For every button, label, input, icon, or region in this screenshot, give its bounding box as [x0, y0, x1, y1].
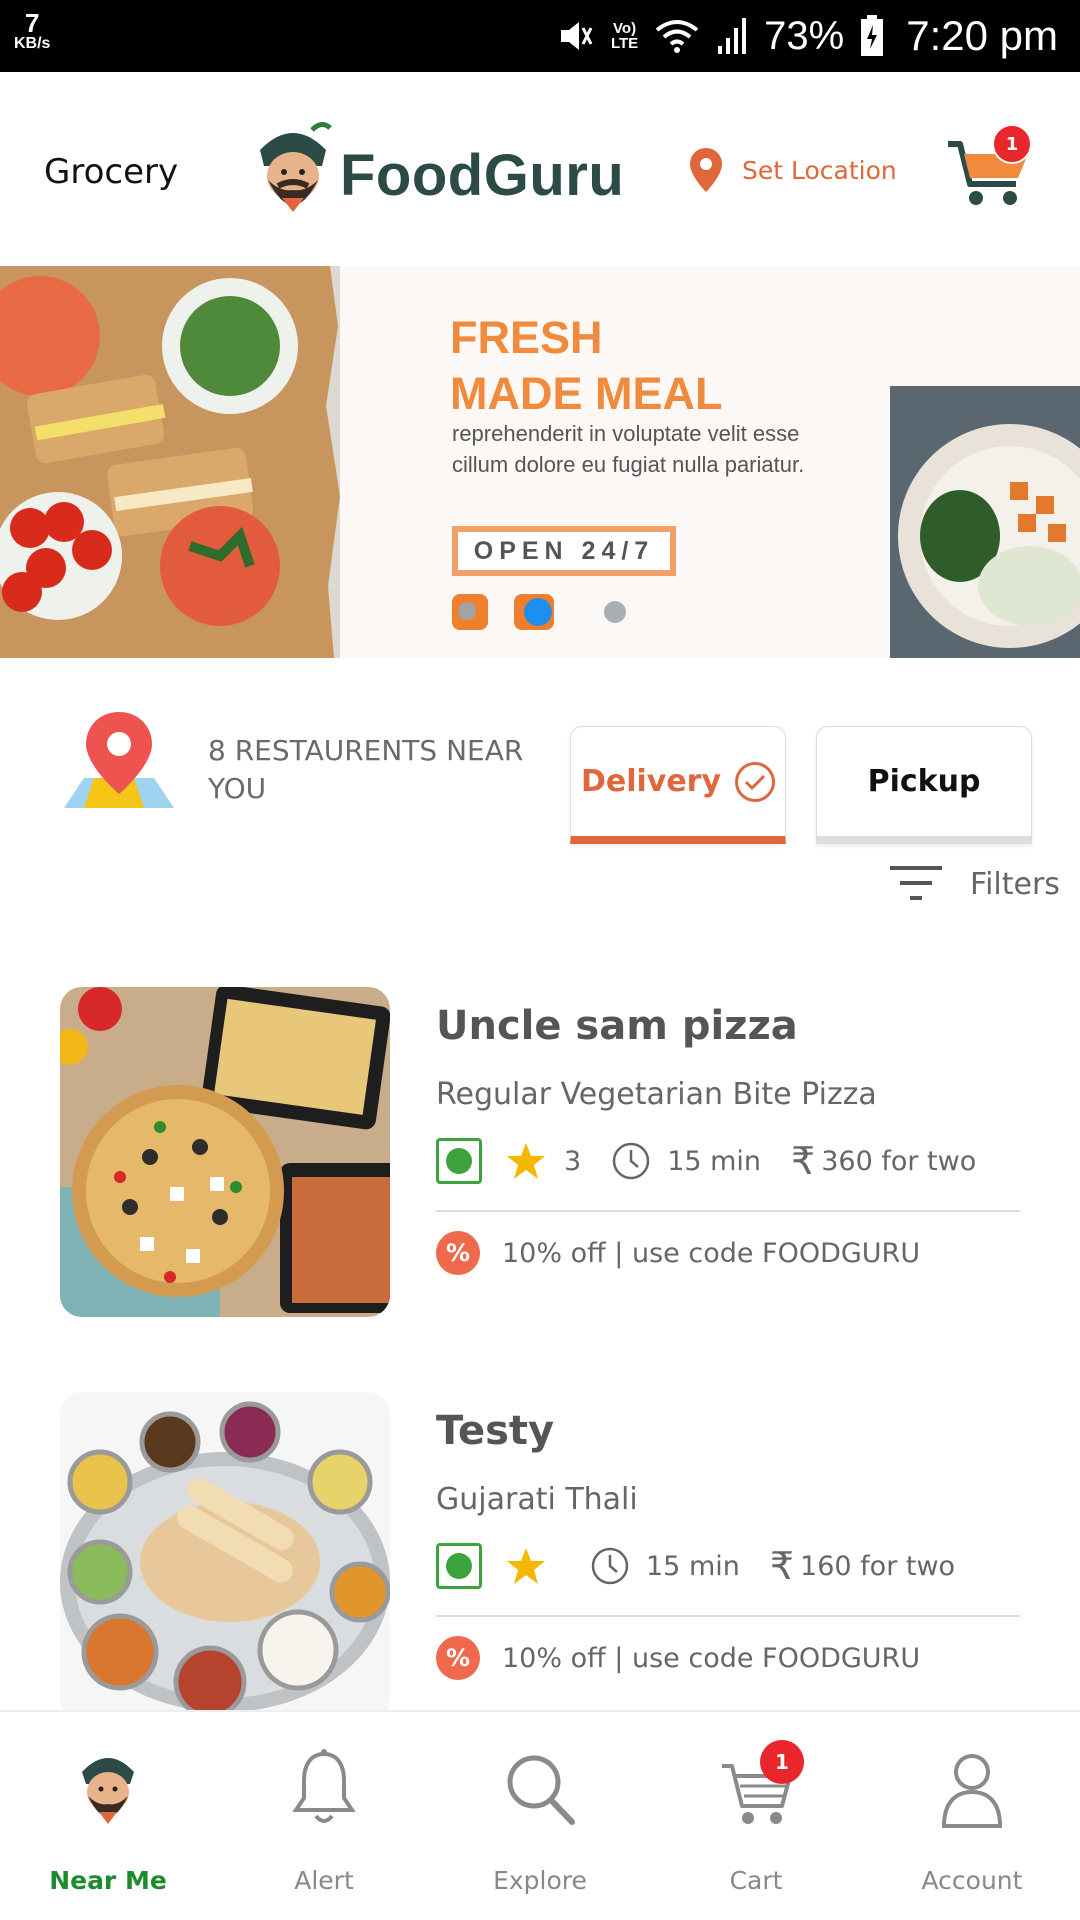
nav-near-me[interactable]: Near Me [0, 1712, 216, 1920]
restaurant-card[interactable]: Uncle sam pizza Regular Vegetarian Bite … [0, 987, 1080, 1327]
banner-dot-2[interactable] [514, 594, 554, 630]
cart-badge: 1 [760, 1740, 804, 1784]
pickup-tab[interactable]: Pickup [816, 726, 1032, 844]
price-for-two: 360 for two [821, 1145, 977, 1177]
nav-label: Explore [493, 1866, 587, 1895]
divider [436, 1210, 1020, 1212]
check-circle-icon [735, 761, 776, 802]
banner-dot-3[interactable] [604, 601, 626, 623]
banner-pagination[interactable] [452, 594, 626, 630]
delivery-time: 15 min [646, 1550, 740, 1582]
map-pin-icon [64, 712, 174, 808]
nav-label: Near Me [49, 1866, 167, 1895]
banner-dot-1[interactable] [452, 594, 488, 630]
network-speed: 7 KB/s [14, 10, 50, 52]
clock-time: 7:20 pm [906, 12, 1058, 59]
volte-top: Vo) [613, 20, 637, 37]
restaurant-description: Gujarati Thali [436, 1482, 638, 1517]
banner-title-line2: MADE MEAL [450, 368, 723, 419]
banner-title: FRESH MADE MEAL [450, 310, 722, 422]
price-for-two: 160 for two [800, 1550, 956, 1582]
restaurants-info-row: 8 RESTAURENTS NEAR YOU Delivery Pickup [0, 700, 1080, 850]
set-location-button[interactable]: Set Location [688, 146, 897, 194]
clock-icon [612, 1142, 650, 1180]
battery-icon [861, 15, 884, 56]
battery-percent: 73% [764, 13, 845, 58]
rupee-icon: ₹ [791, 1139, 816, 1183]
restaurants-near-count: 8 RESTAURENTS NEAR YOU [208, 734, 524, 805]
nav-alert[interactable]: Alert [216, 1712, 432, 1920]
filters-button[interactable]: Filters [888, 864, 1060, 904]
delivery-tab-label: Delivery [580, 764, 722, 799]
discount-icon: % [436, 1231, 480, 1275]
discount-icon: % [436, 1636, 480, 1680]
mute-icon [560, 22, 593, 50]
restaurant-description: Regular Vegetarian Bite Pizza [436, 1077, 877, 1112]
set-location-label: Set Location [742, 155, 897, 185]
restaurant-meta: 15 min ₹ 160 for two [436, 1540, 955, 1592]
offer-text: 10% off | use code FOODGURU [502, 1237, 921, 1269]
status-bar: 7 KB/s Vo) LTE 73% 7:20 pm [0, 0, 1080, 72]
nav-label: Account [921, 1866, 1023, 1895]
nav-label: Alert [294, 1866, 354, 1895]
restaurant-meta: 3 15 min ₹ 360 for two [436, 1135, 976, 1187]
restaurant-name: Testy [436, 1408, 555, 1454]
brand-name: FoodGuru [340, 143, 625, 208]
star-icon [507, 1143, 545, 1179]
nav-label: Cart [729, 1866, 783, 1895]
restaurant-name: Uncle sam pizza [436, 1003, 798, 1049]
rating-value: 3 [564, 1145, 582, 1177]
bell-icon [292, 1749, 356, 1823]
nav-explore[interactable]: Explore [432, 1712, 648, 1920]
volte-bottom: LTE [610, 35, 639, 52]
veg-indicator-icon [436, 1138, 482, 1184]
thali-image [60, 1392, 390, 1722]
volte-indicator: Vo) LTE [611, 21, 638, 51]
veg-indicator-icon [436, 1543, 482, 1589]
offer-row: % 10% off | use code FOODGURU [436, 1231, 920, 1275]
cart-count-badge: 1 [992, 124, 1032, 164]
nav-cart[interactable]: 1 Cart [648, 1712, 864, 1920]
offer-row: % 10% off | use code FOODGURU [436, 1636, 920, 1680]
pizza-image [60, 987, 390, 1317]
promo-banner[interactable]: FRESH MADE MEAL reprehenderit in volupta… [0, 266, 1080, 658]
salad-bowl-image [890, 386, 1080, 658]
restaurant-card[interactable]: Testy Gujarati Thali 15 min ₹ 160 for tw… [0, 1392, 1080, 1732]
clock-icon [591, 1547, 629, 1585]
offer-text: 10% off | use code FOODGURU [502, 1642, 921, 1674]
sandwich-food-image [0, 266, 340, 658]
delivery-time: 15 min [667, 1145, 762, 1177]
banner-text: reprehenderit in voluptate velit esse ci… [452, 421, 805, 477]
search-icon [507, 1755, 575, 1825]
bottom-navigation: Near Me Alert Explore 1 Cart Account [0, 1710, 1080, 1920]
open-24-7-button[interactable]: OPEN 24/7 [452, 526, 676, 576]
status-icons: Vo) LTE 73% 7:20 pm [555, 10, 1058, 62]
app-header: Grocery FoodGuru Set Location 1 [0, 72, 1080, 262]
rupee-icon: ₹ [769, 1544, 795, 1588]
nav-account[interactable]: Account [864, 1712, 1080, 1920]
network-speed-value: 7 [24, 8, 40, 38]
pickup-tab-label: Pickup [867, 764, 981, 799]
filter-icon [890, 866, 942, 900]
delivery-tab[interactable]: Delivery [570, 726, 786, 844]
location-pin-icon [690, 148, 722, 192]
user-icon [941, 1754, 1003, 1828]
foodguru-avatar-icon [82, 1748, 134, 1824]
filters-label: Filters [970, 866, 1060, 902]
network-speed-unit: KB/s [14, 35, 51, 52]
divider [436, 1615, 1020, 1617]
wifi-icon [655, 20, 699, 53]
banner-title-line1: FRESH [450, 312, 603, 363]
header-cart-button[interactable]: 1 [944, 122, 1036, 214]
grocery-link[interactable]: Grocery [44, 152, 178, 192]
foodguru-logo [260, 122, 332, 212]
signal-icon [718, 18, 747, 54]
star-icon [507, 1548, 545, 1584]
